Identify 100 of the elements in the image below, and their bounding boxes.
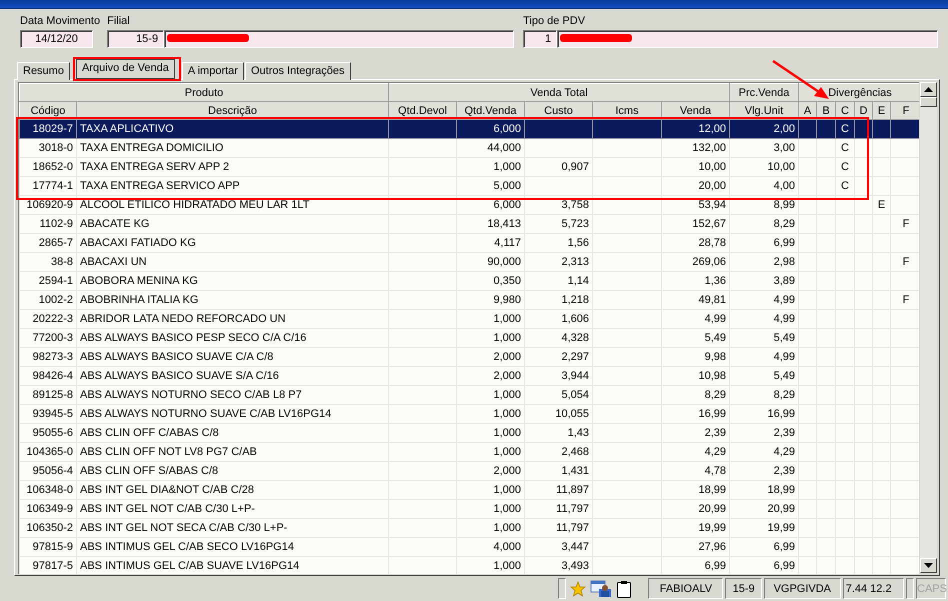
table-cell: 3,493	[561, 560, 589, 572]
table-cell: ABACAXI UN	[80, 256, 147, 268]
column-header[interactable]: F	[890, 102, 920, 120]
table-cell: 1,000	[493, 408, 521, 420]
table-cell: 4,328	[561, 332, 589, 344]
field-label: Filial	[107, 14, 131, 28]
table-cell: 2,000	[493, 351, 521, 363]
table-cell: 11,797	[556, 503, 589, 515]
filial-code-field[interactable]: 15-9	[107, 30, 164, 48]
table-cell: 1,000	[493, 389, 521, 401]
table-cell: 3,89	[774, 275, 796, 287]
table-row[interactable]: 2594-1 ABOBORA MENINA KG 0,350 1,14 1,36 3,89	[20, 272, 920, 290]
table-row[interactable]: 1002-2 ABOBRINHA ITALIA KG 9,980 1,218 49,81 4,99 F	[20, 290, 920, 310]
tab[interactable]: Resumo	[17, 62, 70, 80]
table-row[interactable]: 106920-9 ALCOOL ETILICO HIDRATADO MEU LAR 1LT 6,000 3,758 53,94 8,99 E	[20, 196, 920, 214]
table-cell: 44,000	[487, 142, 521, 154]
table-cell: 89125-8	[32, 389, 73, 401]
table-row[interactable]: 18652-0 TAXA ENTREGA SERV APP 2 1,000 0,907 10,00 10,00 C	[20, 158, 920, 176]
table-cell: 8,29	[774, 389, 796, 401]
table-row[interactable]: 95056-4 ABS CLIN OFF S/ABAS C/8 2,000 1,431 4,78 2,39	[20, 462, 920, 480]
table-cell: 2,297	[561, 351, 589, 363]
date-field[interactable]: 14/12/20	[20, 30, 93, 48]
table-cell: 8,29	[704, 389, 726, 401]
table-cell: 6,99	[774, 541, 796, 553]
scrollbar[interactable]	[920, 82, 937, 573]
table-cell: 20,99	[698, 503, 726, 515]
table-row[interactable]: 77200-3 ABS ALWAYS BASICO PESP SECO C/A C/16 1,000 4,328 5,49 5,49	[20, 328, 920, 348]
table-cell: 6,000	[493, 199, 521, 211]
table-row[interactable]: 38-8 ABACAXI UN 90,000 2,313 269,06 2,98 F	[20, 252, 920, 272]
table-row[interactable]: 89125-8 ABS ALWAYS NOTURNO SECO C/AB L8 P7 1,000 5,054 8,29 8,29	[20, 386, 920, 404]
table-cell: 10,00	[698, 161, 726, 173]
table-cell: ABS ALWAYS BASICO SUAVE S/A C/16	[80, 370, 279, 382]
table-cell: ABS CLIN OFF C/ABAS C/8	[80, 427, 219, 439]
table-cell: 18,99	[698, 484, 726, 496]
table-cell: 5,000	[493, 180, 521, 192]
table-row[interactable]: 95055-6 ABS CLIN OFF C/ABAS C/8 1,000 1,43 2,39 2,39	[20, 424, 920, 442]
table-row[interactable]: 97817-5 ABS INTIMUS GEL C/AB SUAVE LV16PG14 1,000 3,493 6,99 6,99	[20, 556, 920, 574]
table-cell: 16,99	[698, 408, 726, 420]
table-cell: 93945-5	[32, 408, 73, 420]
table-cell: ABS ALWAYS NOTURNO SUAVE C/AB LV16PG14	[80, 408, 332, 420]
table-cell: 3,447	[561, 541, 589, 553]
table-row[interactable]: 106350-2 ABS INT GEL NOT SECA C/AB C/30 L+P- 1,000 11,797 19,99 19,99	[20, 518, 920, 538]
table-cell: 132,00	[692, 142, 726, 154]
table-cell: 8,29	[774, 218, 796, 230]
table-row[interactable]: 104365-0 ABS CLIN OFF NOT LV8 PG7 C/AB 1,000 2,468 4,29 4,29	[20, 442, 920, 462]
table-cell: 4,117	[494, 237, 521, 249]
table-row[interactable]: 18029-7 TAXA APLICATIVO 6,000 12,00 2,00 C	[20, 120, 920, 138]
column-group-header: Venda Total	[388, 84, 730, 102]
tab[interactable]: Arquivo de Venda	[76, 59, 175, 79]
table-row[interactable]: 20222-3 ABRIDOR LATA NEDO REFORCADO UN 1,000 1,606 4,99 4,99	[20, 310, 920, 328]
table-cell: 3018-0	[38, 142, 73, 154]
table-row[interactable]: 98426-4 ABS ALWAYS BASICO SUAVE S/A C/16 2,000 3,944 10,98 5,49	[20, 366, 920, 386]
table-cell: ABACATE KG	[80, 218, 150, 230]
table-cell: 97817-5	[32, 560, 73, 572]
table-row[interactable]: 93945-5 ABS ALWAYS NOTURNO SUAVE C/AB LV16PG14 1,000 10,055 16,99 16,99	[20, 404, 920, 424]
status-panel	[906, 578, 914, 599]
scroll-thumb[interactable]	[920, 97, 937, 107]
table-cell: C	[841, 123, 849, 135]
table-row[interactable]: 17774-1 TAXA ENTREGA SERVICO APP 5,000 20,00 4,00 C	[20, 176, 920, 196]
table-cell: F	[902, 218, 910, 230]
table-cell: 11,797	[556, 522, 589, 534]
status-panel	[558, 578, 566, 599]
tab[interactable]: A importar	[182, 62, 244, 80]
table-row[interactable]: 106348-0 ABS INT GEL DIA&NOT C/AB C/28 1,000 11,897 18,99 18,99	[20, 480, 920, 500]
table-cell: 9,980	[493, 294, 521, 306]
table-cell: ABS ALWAYS BASICO SUAVE C/A C/8	[80, 351, 274, 363]
tab[interactable]: Outros Integrações	[244, 62, 351, 80]
table-cell: ABRIDOR LATA NEDO REFORCADO UN	[80, 313, 286, 325]
table-cell: 19,99	[698, 522, 726, 534]
table-cell: 1102-9	[40, 218, 73, 230]
table-cell: 9,98	[704, 351, 726, 363]
star-icon[interactable]	[570, 580, 586, 596]
table-cell: 17774-1	[32, 180, 73, 192]
table-cell: 1,000	[493, 332, 521, 344]
table-cell: ABS CLIN OFF NOT LV8 PG7 C/AB	[80, 446, 257, 458]
scroll-down-button[interactable]	[920, 558, 937, 573]
table-row[interactable]: 106349-9 ABS INT GEL NOT C/AB C/30 L+P- 1,000 11,797 20,99 20,99	[20, 500, 920, 518]
table-cell: 3,00	[774, 142, 796, 154]
table-cell: 27,96	[698, 541, 726, 553]
table-cell: C	[841, 180, 849, 192]
filial-name-field[interactable]	[164, 30, 514, 48]
clipboard-icon[interactable]	[616, 580, 632, 598]
table-row[interactable]: 98273-3 ABS ALWAYS BASICO SUAVE C/A C/8 2,000 2,297 9,98 4,99	[20, 348, 920, 366]
table-cell: 1,431	[561, 465, 589, 477]
user-window-icon[interactable]	[590, 580, 612, 598]
field-label: Tipo de PDV	[523, 14, 586, 28]
pdv-code-field[interactable]: 1	[523, 30, 558, 48]
status-version: 7.44 12.2	[842, 578, 904, 599]
table-cell: 4,29	[704, 446, 726, 458]
table-row[interactable]: 97815-9 ABS INTIMUS GEL C/AB SECO LV16PG14 4,000 3,447 27,96 6,99	[20, 538, 920, 556]
table-row[interactable]: 2865-7 ABACAXI FATIADO KG 4,117 1,56 28,78 6,99	[20, 234, 920, 252]
column-group-header: Divergências	[798, 84, 920, 102]
table-cell: 2,00	[774, 123, 796, 135]
table-row[interactable]: 1102-9 ABACATE KG 18,413 5,723 152,67 8,29 F	[20, 214, 920, 234]
caps-indicator: CAPS	[916, 578, 946, 599]
table-cell: 53,94	[698, 199, 726, 211]
pdv-name-field[interactable]	[557, 30, 938, 48]
scroll-up-button[interactable]	[920, 82, 937, 97]
table-cell: ABS ALWAYS NOTURNO SECO C/AB L8 P7	[80, 389, 302, 401]
table-row[interactable]: 3018-0 TAXA ENTREGA DOMICILIO 44,000 132,00 3,00 C	[20, 138, 920, 158]
